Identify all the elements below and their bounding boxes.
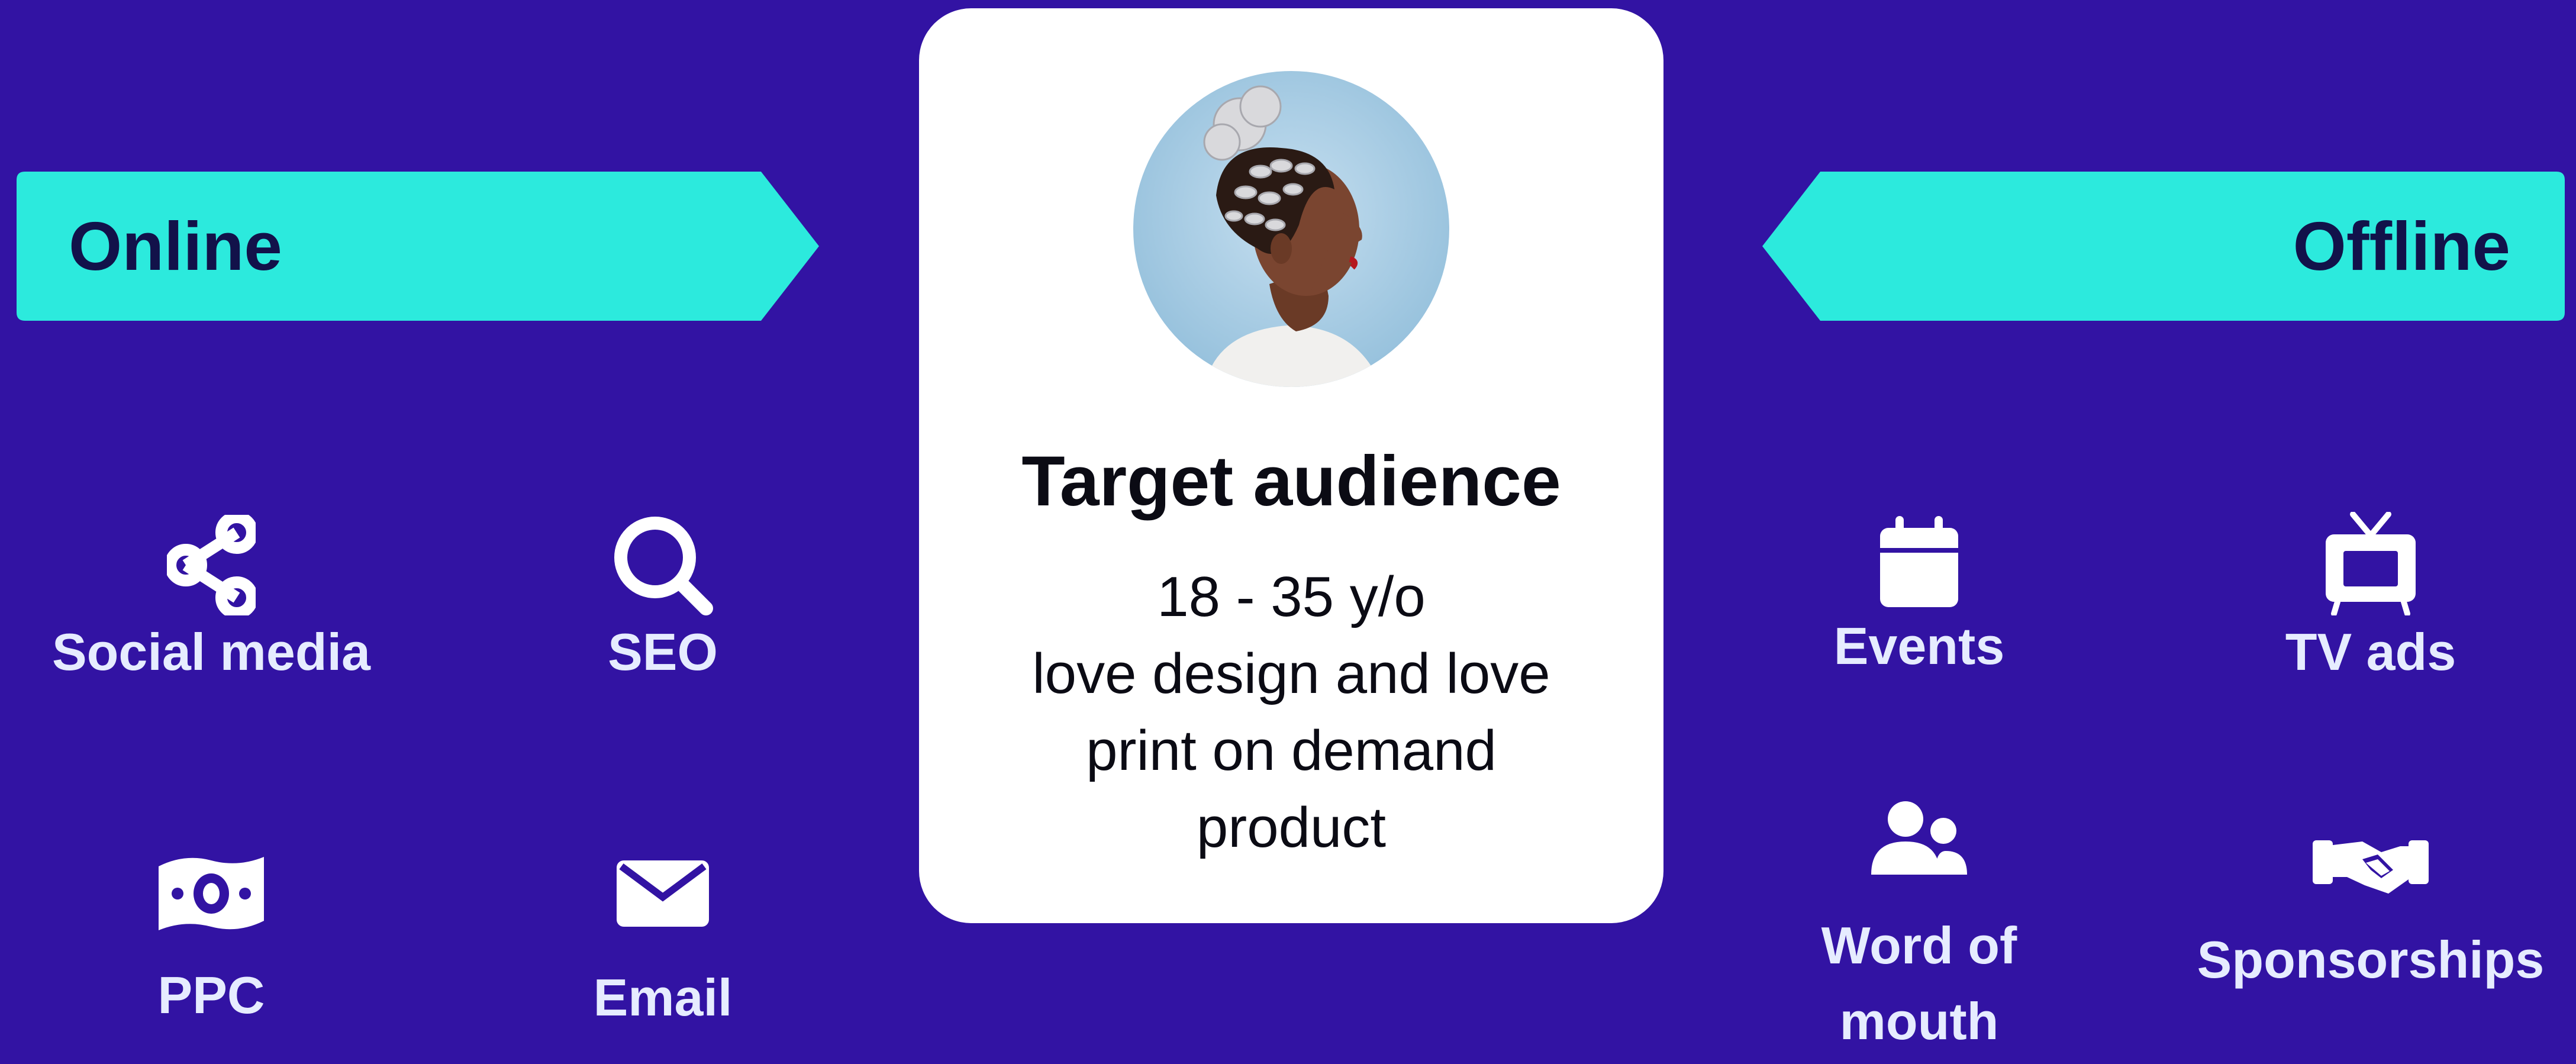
word-of-mouth-line-2: mouth: [1839, 992, 1999, 1050]
card-line-2: love design and love: [1032, 642, 1550, 705]
events-label: Events: [1833, 617, 2005, 675]
online-banner: Online: [17, 172, 819, 321]
online-item-ppc: PPC: [0, 852, 430, 1031]
word-of-mouth-label: Word of mouth: [1700, 908, 2138, 1059]
word-of-mouth-line-1: Word of: [1821, 916, 2017, 975]
envelope-icon: [617, 860, 709, 927]
avatar: [1133, 71, 1449, 387]
online-item-email: Email: [444, 858, 882, 1034]
card-line-4: product: [1196, 796, 1387, 859]
card-description: 18 - 35 y/o love design and love print o…: [955, 559, 1628, 866]
online-label: Online: [69, 208, 282, 285]
sponsorships-label: Sponsorships: [2197, 930, 2545, 989]
offline-item-sponsorships: Sponsorships: [2152, 828, 2576, 996]
target-audience-card: Target audience 18 - 35 y/o love design …: [919, 8, 1663, 923]
tv-ads-label: TV ads: [2285, 623, 2456, 681]
online-item-seo: SEO: [444, 515, 882, 688]
social-media-label: Social media: [51, 623, 370, 681]
users-icon: [1871, 801, 1967, 875]
handshake-icon: [2313, 840, 2429, 894]
online-item-social-media: Social media: [0, 515, 430, 688]
offline-item-word-of-mouth: Word of mouth: [1700, 799, 2138, 1059]
seo-label: SEO: [608, 623, 718, 681]
calendar-icon: [1880, 516, 1958, 607]
email-label: Email: [593, 968, 733, 1027]
money-icon: [159, 857, 264, 930]
portrait-image: [1133, 71, 1449, 387]
card-line-age: 18 - 35 y/o: [1157, 565, 1426, 628]
offline-item-events: Events: [1700, 515, 2138, 682]
offline-label: Offline: [2293, 208, 2510, 285]
tv-icon: [2326, 512, 2416, 615]
share-icon: [167, 515, 256, 615]
offline-banner: Offline: [1762, 172, 2565, 321]
search-icon: [614, 517, 713, 615]
card-title: Target audience: [1021, 441, 1561, 521]
offline-item-tv-ads: TV ads: [2152, 512, 2576, 688]
ppc-label: PPC: [157, 966, 265, 1024]
card-line-3: print on demand: [1086, 719, 1497, 782]
